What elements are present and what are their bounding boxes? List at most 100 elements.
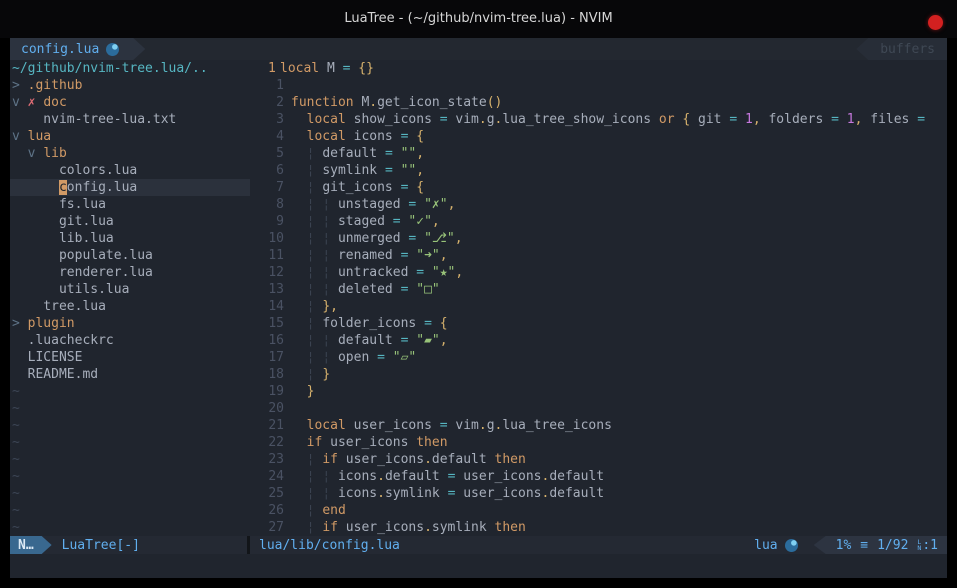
line-number: 11 xyxy=(250,247,291,264)
line-number: 6 xyxy=(250,162,291,179)
tree-item[interactable]: colors.lua xyxy=(10,162,250,179)
code-line[interactable]: 24 ¦ ¦ icons.default = user_icons.defaul… xyxy=(250,468,947,485)
code-line[interactable]: 20 xyxy=(250,400,947,417)
tree-item[interactable]: nvim-tree-lua.txt xyxy=(10,111,250,128)
code-buffer: 1local M = {}12function M.get_icon_state… xyxy=(250,60,947,536)
line-number: 19 xyxy=(250,383,291,400)
code-line[interactable]: 2function M.get_icon_state() xyxy=(250,94,947,111)
line-number: 23 xyxy=(250,451,291,468)
code-line[interactable]: 8 ¦ ¦ unstaged = "✗", xyxy=(250,196,947,213)
line-number: 7 xyxy=(250,179,291,196)
tree-item[interactable]: git.lua xyxy=(10,213,250,230)
command-line[interactable] xyxy=(10,554,947,578)
line-number: 4 xyxy=(250,128,291,145)
tab-config-lua[interactable]: config.lua xyxy=(10,38,145,60)
code-line[interactable]: 5 ¦ default = "", xyxy=(250,145,947,162)
code-line[interactable]: 14 ¦ }, xyxy=(250,298,947,315)
code-text: ¦ ¦ unstaged = "✗", xyxy=(291,196,455,213)
code-text: ¦ symlink = "", xyxy=(291,162,424,179)
mode-indicator: N… xyxy=(10,536,52,554)
code-text: ¦ ¦ open = "▱" xyxy=(291,349,416,366)
code-line[interactable]: 23 ¦ if user_icons.default then xyxy=(250,451,947,468)
code-line[interactable]: 25 ¦ ¦ icons.symlink = user_icons.defaul… xyxy=(250,485,947,502)
code-text: ¦ end xyxy=(291,502,346,519)
code-line[interactable]: 15 ¦ folder_icons = { xyxy=(250,315,947,332)
empty-line-tilde: ~ xyxy=(10,519,250,536)
code-line[interactable]: 1local M = {} xyxy=(250,60,947,77)
tree-item[interactable]: lib.lua xyxy=(10,230,250,247)
tree-item[interactable]: tree.lua xyxy=(10,298,250,315)
line-number: 27 xyxy=(250,519,291,536)
code-line[interactable]: 11 ¦ ¦ renamed = "➜", xyxy=(250,247,947,264)
code-line[interactable]: 16 ¦ ¦ default = "▰", xyxy=(250,332,947,349)
close-button[interactable] xyxy=(928,15,943,30)
code-text: ¦ ¦ default = "▰", xyxy=(291,332,448,349)
code-text: if user_icons then xyxy=(291,434,448,451)
line-number: 21 xyxy=(250,417,291,434)
code-line[interactable]: 26 ¦ end xyxy=(250,502,947,519)
buffers-tab[interactable]: buffers xyxy=(856,38,947,60)
tree-item[interactable]: > plugin xyxy=(10,315,250,332)
code-line[interactable]: 10 ¦ ¦ unmerged = "⎇", xyxy=(250,230,947,247)
tree-item[interactable]: v ✗ doc xyxy=(10,94,250,111)
code-line[interactable]: 7 ¦ git_icons = { xyxy=(250,179,947,196)
line-number: 15 xyxy=(250,315,291,332)
line-number: 13 xyxy=(250,281,291,298)
line-number: 14 xyxy=(250,298,291,315)
code-text: local M = {} xyxy=(280,60,374,77)
tree-item[interactable]: LICENSE xyxy=(10,349,250,366)
code-text: ¦ ¦ untracked = "★", xyxy=(291,264,463,281)
code-text: ¦ ¦ icons.default = user_icons.default xyxy=(291,468,604,485)
code-line[interactable]: 1 xyxy=(250,77,947,94)
line-number-icon: LN xyxy=(917,539,921,551)
tree-item[interactable]: v lua xyxy=(10,128,250,145)
line-number: 12 xyxy=(250,264,291,281)
code-line[interactable]: 22 if user_icons then xyxy=(250,434,947,451)
code-text: ¦ if user_icons.default then xyxy=(291,451,526,468)
code-line[interactable]: 9 ¦ ¦ staged = "✓", xyxy=(250,213,947,230)
line-number: 10 xyxy=(250,230,291,247)
tree-item[interactable]: ~/github/nvim-tree.lua/.. xyxy=(10,60,250,77)
code-text: local show_icons = vim.g.lua_tree_show_i… xyxy=(291,111,925,128)
tree-item[interactable]: .luacheckrc xyxy=(10,332,250,349)
code-line[interactable]: 6 ¦ symlink = "", xyxy=(250,162,947,179)
code-line[interactable]: 21 local user_icons = vim.g.lua_tree_ico… xyxy=(250,417,947,434)
code-line[interactable]: 18 ¦ } xyxy=(250,366,947,383)
code-line[interactable]: 27 ¦ if user_icons.symlink then xyxy=(250,519,947,536)
empty-line-tilde: ~ xyxy=(10,417,250,434)
lua-moon-icon xyxy=(785,539,798,552)
code-line[interactable]: 19 } xyxy=(250,383,947,400)
tree-item[interactable]: populate.lua xyxy=(10,247,250,264)
tree-item[interactable]: > .github xyxy=(10,77,250,94)
code-line[interactable]: 4 local icons = { xyxy=(250,128,947,145)
lua-moon-icon xyxy=(106,43,119,56)
tree-item[interactable]: fs.lua xyxy=(10,196,250,213)
statusline-tree-segment: N… LuaTree[-] xyxy=(10,536,250,554)
buffers-label: buffers xyxy=(880,42,935,57)
empty-line-tilde: ~ xyxy=(10,485,250,502)
code-line[interactable]: 3 local show_icons = vim.g.lua_tree_show… xyxy=(250,111,947,128)
file-tree: ~/github/nvim-tree.lua/..> .githubv ✗ do… xyxy=(10,60,250,536)
tree-item[interactable]: README.md xyxy=(10,366,250,383)
title-bar: LuaTree - (~/github/nvim-tree.lua) - NVI… xyxy=(0,0,957,38)
tree-item[interactable]: v lib xyxy=(10,145,250,162)
statusline-stats: 1% ≡ 1/92 LN :1 xyxy=(814,536,947,554)
tree-item[interactable]: utils.lua xyxy=(10,281,250,298)
tree-item[interactable]: config.lua xyxy=(10,179,250,196)
code-line[interactable]: 17 ¦ ¦ open = "▱" xyxy=(250,349,947,366)
tabline: config.lua buffers xyxy=(10,38,947,60)
line-number: 8 xyxy=(250,196,291,213)
tree-item[interactable]: renderer.lua xyxy=(10,264,250,281)
line-number: 26 xyxy=(250,502,291,519)
statusline: N… LuaTree[-] lua/lib/config.lua lua 1% … xyxy=(10,536,947,554)
code-line[interactable]: 13 ¦ ¦ deleted = "□" xyxy=(250,281,947,298)
filetype-label: lua xyxy=(754,538,813,553)
line-number: 1 xyxy=(250,60,280,77)
code-line[interactable]: 12 ¦ ¦ untracked = "★", xyxy=(250,264,947,281)
code-text: ¦ git_icons = { xyxy=(291,179,424,196)
line-number: 9 xyxy=(250,213,291,230)
line-number: 24 xyxy=(250,468,291,485)
line-position: 1/92 xyxy=(877,538,908,553)
code-text: ¦ folder_icons = { xyxy=(291,315,448,332)
tab-label: config.lua xyxy=(21,42,99,57)
